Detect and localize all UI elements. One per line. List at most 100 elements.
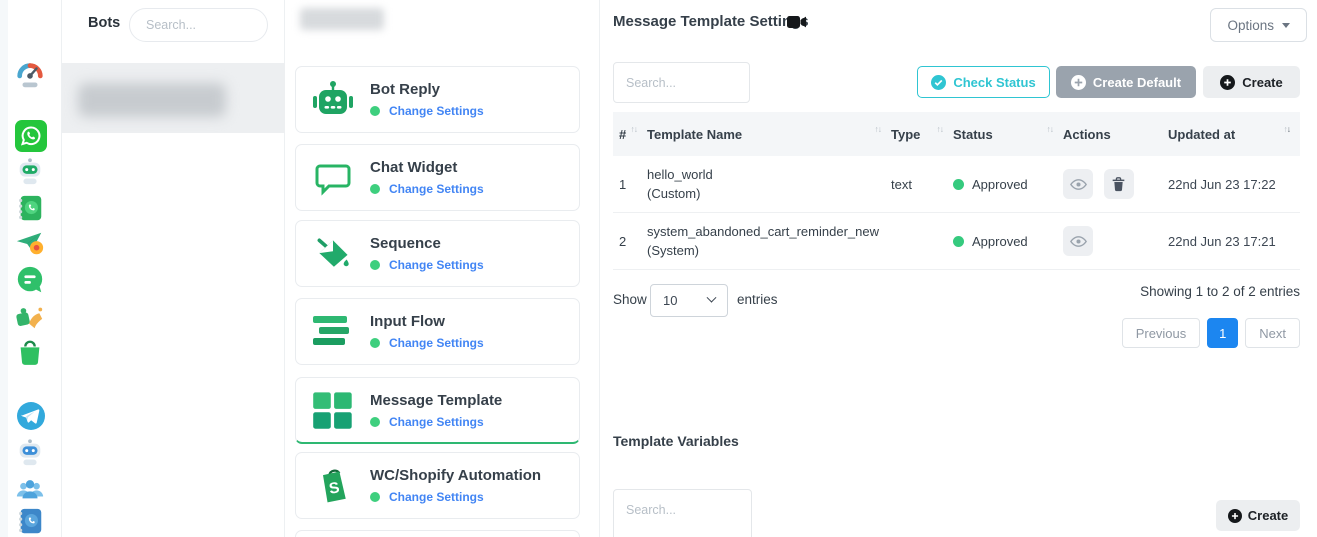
updated-at-cell: 22nd Jun 23 17:22: [1168, 177, 1300, 192]
settings-card-chat-widget[interactable]: Chat Widget Change Settings: [295, 144, 580, 211]
change-settings-link[interactable]: Change Settings: [389, 104, 484, 118]
broadcast-campaign-icon[interactable]: [15, 228, 45, 258]
create-variable-label: Create: [1248, 508, 1288, 523]
check-status-label: Check Status: [953, 75, 1035, 90]
page-size-select[interactable]: 10: [650, 284, 728, 317]
check-circle-icon: [931, 75, 946, 90]
status-dot: [370, 106, 380, 116]
status-dot: [370, 492, 380, 502]
card-title: Sequence: [370, 235, 484, 252]
dashboard-icon[interactable]: [15, 60, 45, 90]
table-row: 2 system_abandoned_cart_reminder_new (Sy…: [613, 213, 1300, 270]
eye-icon: [1070, 177, 1087, 192]
page-title: Message Template Settings: [613, 13, 809, 30]
store-green-icon[interactable]: [15, 338, 45, 368]
status-dot: [370, 184, 380, 194]
table-row: 1 hello_world (Custom) text Approved 22n…: [613, 156, 1300, 213]
change-settings-link[interactable]: Change Settings: [389, 258, 484, 272]
create-label: Create: [1242, 75, 1282, 90]
column-header-type[interactable]: Type↑↓: [891, 127, 953, 142]
options-button[interactable]: Options: [1210, 8, 1307, 42]
eye-icon: [1070, 234, 1087, 249]
bot-reply-icon: [310, 79, 356, 121]
table-header-row: #↑↓ Template Name↑↓ Type↑↓ Status↑↓ Acti…: [613, 112, 1300, 156]
change-settings-link[interactable]: Change Settings: [389, 336, 484, 350]
check-status-button[interactable]: Check Status: [917, 66, 1050, 98]
bots-search-input[interactable]: [129, 8, 268, 42]
view-template-button[interactable]: [1063, 169, 1093, 199]
bots-panel-title: Bots: [88, 15, 120, 31]
card-title: Message Template: [370, 392, 502, 409]
create-button[interactable]: Create: [1203, 66, 1300, 98]
status-approved-dot: [953, 236, 964, 247]
card-title: Chat Widget: [370, 159, 484, 176]
delete-template-button[interactable]: [1104, 169, 1134, 199]
video-camera-icon[interactable]: [787, 15, 807, 29]
column-header-status[interactable]: Status↑↓: [953, 127, 1063, 142]
card-title: Bot Reply: [370, 81, 484, 98]
options-label: Options: [1227, 18, 1274, 33]
updated-at-cell: 22nd Jun 23 17:21: [1168, 234, 1300, 249]
column-header-num[interactable]: #↑↓: [613, 127, 647, 142]
status-dot: [370, 338, 380, 348]
team-blue-icon[interactable]: [15, 474, 45, 504]
sidebar-strip: [0, 0, 8, 537]
settings-card-wc-shopify[interactable]: S WC/Shopify Automation Change Settings: [295, 452, 580, 519]
sort-icon: ↑↓: [937, 124, 944, 134]
settings-card-partial[interactable]: [295, 530, 580, 537]
sort-icon: ↑↓: [875, 124, 882, 134]
bot-blue-icon[interactable]: [15, 437, 45, 467]
sequence-icon: [310, 233, 356, 275]
create-variable-button[interactable]: Create: [1216, 500, 1300, 531]
page-size-value: 10: [663, 293, 677, 308]
change-settings-link[interactable]: Change Settings: [389, 182, 484, 196]
column-header-updated-at[interactable]: Updated at↑↓: [1168, 127, 1300, 142]
card-title: WC/Shopify Automation: [370, 467, 541, 484]
settings-card-message-template[interactable]: Message Template Change Settings: [295, 377, 580, 444]
create-default-button[interactable]: Create Default: [1056, 66, 1196, 98]
chevron-down-icon: [707, 293, 717, 303]
contacts-green-icon[interactable]: [15, 193, 45, 223]
show-label: Show: [613, 292, 647, 307]
view-template-button[interactable]: [1063, 226, 1093, 256]
showing-entries-text: Showing 1 to 2 of 2 entries: [1140, 284, 1300, 299]
telegram-icon[interactable]: [15, 400, 47, 432]
bot-green-icon[interactable]: [15, 156, 45, 186]
redacted-bot-name: [78, 83, 226, 117]
status-dot: [370, 417, 380, 427]
whatsapp-icon[interactable]: [15, 120, 47, 152]
pagination: Previous 1 Next: [1122, 318, 1300, 348]
shopify-icon: S: [310, 465, 356, 507]
caret-down-icon: [1282, 23, 1290, 28]
redacted-menu-title: [300, 8, 384, 30]
entries-label: entries: [737, 292, 778, 307]
template-search-input[interactable]: [613, 62, 750, 103]
app-window: Bots Bot Reply Change Settings Chat Widg…: [0, 0, 1317, 537]
main-content: Message Template Settings Options Check …: [600, 0, 1317, 537]
previous-page-button[interactable]: Previous: [1122, 318, 1201, 348]
template-variables-title: Template Variables: [613, 433, 739, 449]
variables-search-input[interactable]: [613, 489, 752, 537]
create-default-label: Create Default: [1093, 75, 1181, 90]
actions-cell: [1063, 169, 1168, 199]
change-settings-link[interactable]: Change Settings: [389, 415, 484, 429]
integrations-icon[interactable]: [15, 302, 45, 332]
settings-card-input-flow[interactable]: Input Flow Change Settings: [295, 298, 580, 365]
plus-circle-icon: [1071, 75, 1086, 90]
settings-card-bot-reply[interactable]: Bot Reply Change Settings: [295, 66, 580, 133]
page-1-button[interactable]: 1: [1207, 318, 1238, 348]
settings-card-sequence[interactable]: Sequence Change Settings: [295, 220, 580, 287]
chat-green-icon[interactable]: [15, 265, 45, 295]
sort-icon-active: ↑↓: [1284, 124, 1291, 134]
actions-cell: [1063, 226, 1168, 256]
change-settings-link[interactable]: Change Settings: [389, 490, 484, 504]
next-page-button[interactable]: Next: [1245, 318, 1300, 348]
column-header-template-name[interactable]: Template Name↑↓: [647, 127, 891, 142]
bots-panel: Bots: [62, 0, 285, 537]
settings-menu: Bot Reply Change Settings Chat Widget Ch…: [285, 0, 600, 537]
status-cell: Approved: [953, 234, 1063, 249]
contacts-blue-icon[interactable]: [15, 506, 45, 536]
bot-list-item-selected[interactable]: [62, 63, 285, 133]
sort-icon: ↑↓: [1047, 124, 1054, 134]
input-flow-icon: [310, 311, 356, 353]
